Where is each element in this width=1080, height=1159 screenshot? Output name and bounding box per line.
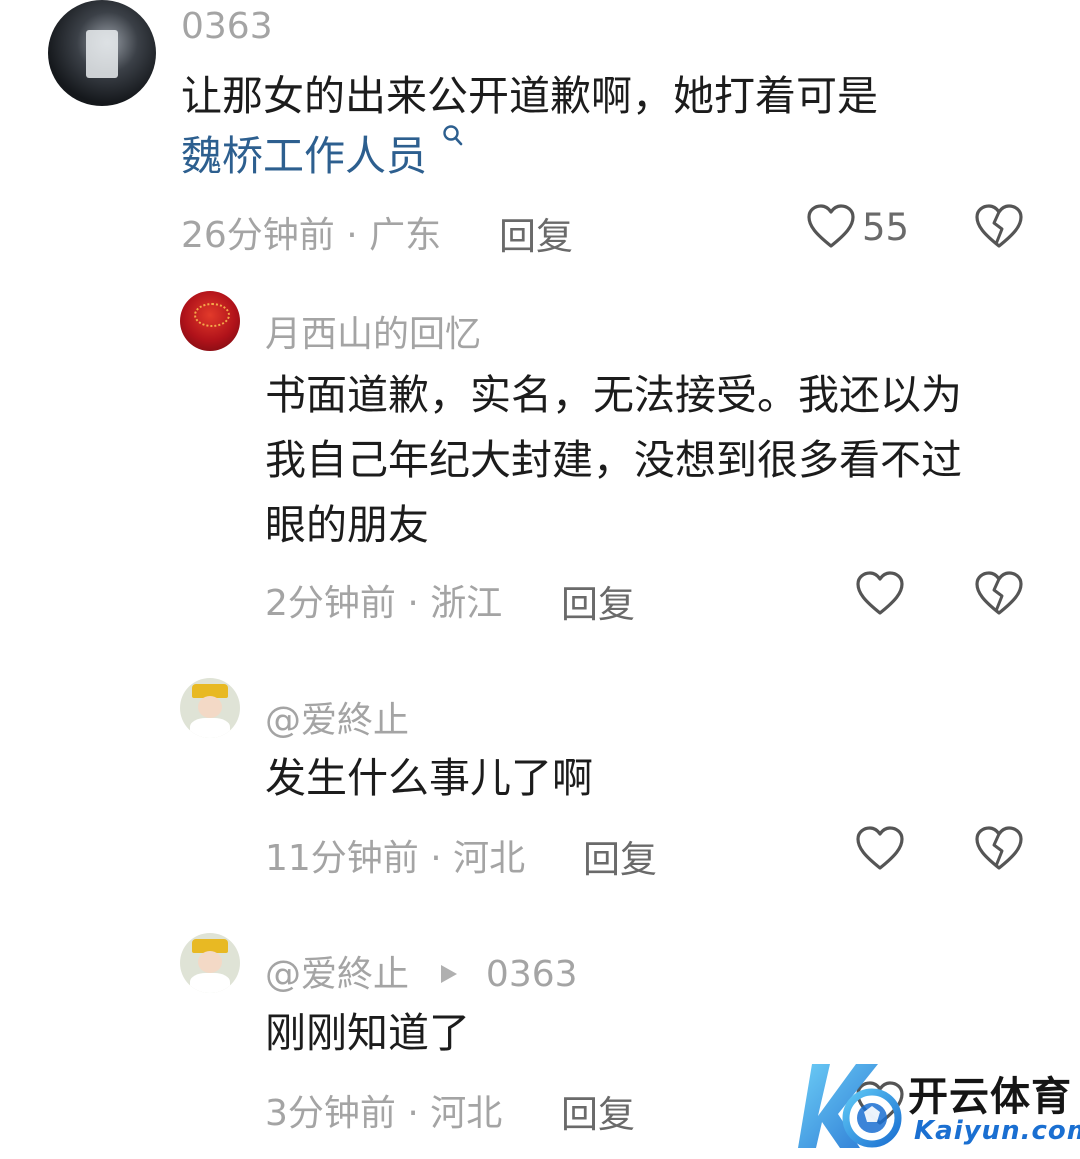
avatar[interactable]	[180, 678, 240, 738]
comment-content-link-line: 魏桥工作人员	[181, 124, 464, 189]
triangle-right-icon	[441, 965, 458, 983]
comment-text: 书面道歉，实名，无法接受。我还以为	[265, 371, 962, 419]
username[interactable]: 月西山的回忆	[265, 305, 481, 357]
comment-text: 发生什么事儿了啊	[265, 754, 593, 802]
comment-meta: 26分钟前 · 广东	[181, 215, 442, 256]
comment-content: 让那女的出来公开道歉啊，她打着可是	[181, 64, 878, 129]
reply-button[interactable]: 回复	[583, 829, 657, 883]
broken-heart-icon[interactable]	[974, 571, 1024, 617]
watermark-logo: 开云体育 Kaiyun.com	[790, 1056, 1080, 1159]
heart-outline-icon[interactable]	[806, 204, 856, 250]
broken-heart-icon[interactable]	[974, 826, 1024, 872]
reply-header: @爱終止 0363	[265, 945, 578, 997]
avatar[interactable]	[180, 291, 240, 351]
comment-meta: 2分钟前 · 浙江	[265, 583, 503, 624]
like-count: 55	[862, 206, 910, 249]
search-link[interactable]: 魏桥工作人员	[181, 132, 427, 180]
heart-outline-icon[interactable]	[855, 826, 905, 872]
comment-text: 我自己年纪大封建，没想到很多看不过	[265, 436, 962, 484]
comment-meta: 3分钟前 · 河北	[265, 1093, 503, 1134]
username[interactable]: @爱終止	[265, 954, 409, 995]
username[interactable]: @爱終止	[265, 691, 409, 743]
comment-meta: 11分钟前 · 河北	[265, 838, 526, 879]
k-logo-icon	[798, 1064, 902, 1148]
reply-button[interactable]: 回复	[561, 1084, 635, 1138]
reply-button[interactable]: 回复	[499, 206, 573, 260]
reply-button[interactable]: 回复	[561, 574, 635, 628]
avatar[interactable]	[48, 0, 156, 106]
heart-outline-icon[interactable]	[855, 571, 905, 617]
comment-text: 刚刚知道了	[265, 1009, 470, 1057]
watermark-brand: 开云体育	[908, 1074, 1072, 1120]
search-icon[interactable]	[442, 124, 464, 148]
comment-text: 眼的朋友	[265, 501, 429, 549]
avatar[interactable]	[180, 933, 240, 993]
username[interactable]: 0363	[181, 6, 273, 47]
broken-heart-icon[interactable]	[974, 204, 1024, 250]
comment-text: 让那女的出来公开道歉啊，她打着可是	[181, 72, 878, 120]
watermark-domain: Kaiyun.com	[914, 1116, 1080, 1146]
reply-to-username[interactable]: 0363	[486, 954, 578, 995]
